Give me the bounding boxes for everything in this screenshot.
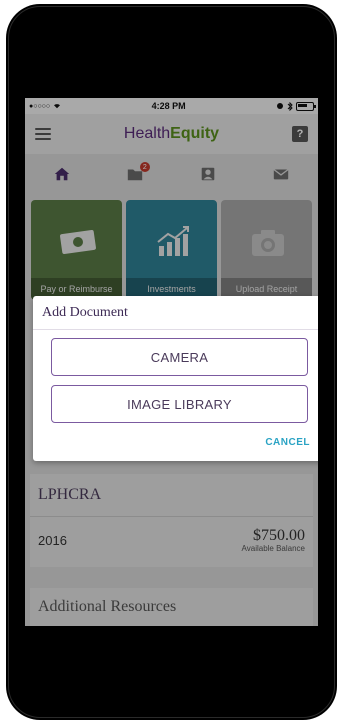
cancel-button[interactable]: CANCEL bbox=[259, 436, 316, 449]
dialog-title: Add Document bbox=[33, 296, 318, 330]
image-library-button[interactable]: IMAGE LIBRARY bbox=[51, 385, 308, 423]
camera-button[interactable]: CAMERA bbox=[51, 338, 308, 376]
add-document-dialog: Add Document CAMERA IMAGE LIBRARY CANCEL bbox=[33, 296, 318, 461]
app-screen: ●○○○○ 4:28 PM HealthEquity ? 2 Pay or Re… bbox=[25, 98, 318, 626]
